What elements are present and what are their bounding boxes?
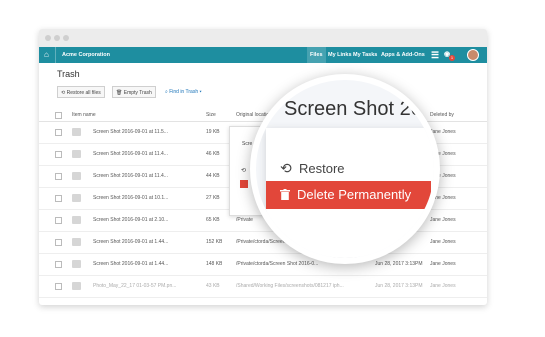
select-all-checkbox[interactable] [55,112,62,119]
row-checkbox[interactable] [55,239,62,246]
delete-permanently-label: Delete Permanently [297,187,412,202]
item-size: 43 KB [206,283,220,289]
item-size: 19 KB [206,129,220,135]
image-file-icon [72,128,81,136]
company-name[interactable]: Acme Corporation [62,47,110,63]
avatar[interactable] [467,49,479,61]
tab-my-tasks[interactable]: My Tasks [353,47,377,63]
item-size: 46 KB [206,151,220,157]
notification-badge: 1 [449,55,455,61]
item-size: 44 KB [206,173,220,179]
item-location: /Shared/Working Files/screenshots/081217… [236,283,344,289]
restore-all-button[interactable]: ⟲ Restore all files [57,86,105,98]
find-in-trash-dropdown[interactable]: ⌕ Find in Trash ▾ [165,86,202,98]
item-size: 27 KB [206,195,220,201]
item-name: Screen Shot 2016-09-01 at 11.4... [93,151,168,157]
page-title: Trash [57,69,80,79]
item-size: 152 KB [206,239,223,245]
empty-trash-button[interactable]: 🗑 Empty Trash [112,86,156,98]
magnifier-lens: Screen Shot 2016 ⟲ Restore Delete Perman… [250,74,440,264]
trash-icon: 🗑 [116,90,124,96]
image-file-icon [72,172,81,180]
item-name: Screen Shot 2016-09-01 at 1.44... [93,261,169,267]
window-dot-icon[interactable] [45,35,51,41]
nav-divider [55,47,56,63]
item-name: Photo_May_22_17 01-03-57 PM.pn... [93,283,177,289]
image-file-icon [72,216,81,224]
chevron-down-icon: ▾ [198,89,202,95]
row-checkbox[interactable] [55,195,62,202]
row-checkbox[interactable] [55,217,62,224]
home-icon[interactable]: ⌂ [44,47,49,63]
item-deleted-by: Jane Jones [430,283,456,289]
image-file-icon [72,194,81,202]
restore-icon[interactable]: ⟲ [280,160,292,177]
row-checkbox[interactable] [55,283,62,290]
item-name: Screen Shot 2016-09-01 at 10.1... [93,195,169,201]
top-navbar: ⌂ Acme Corporation Files My Links My Tas… [39,47,487,63]
row-checkbox[interactable] [55,261,62,268]
image-file-icon [72,238,81,246]
image-file-icon [72,282,81,290]
tab-apps-addons[interactable]: Apps & Add-Ons [381,47,425,63]
restore-menu-item[interactable]: Restore [299,161,345,176]
window-dot-icon[interactable] [54,35,60,41]
image-file-icon [72,260,81,268]
item-name: Screen Shot 2016-09-01 at 2.10... [93,217,169,223]
item-name: Screen Shot 2016-09-01 at 1.44... [93,239,169,245]
row-checkbox[interactable] [55,129,62,136]
column-item-name[interactable]: Item name [72,109,96,121]
item-name: Screen Shot 2016-09-01 at 11.5... [93,129,168,135]
item-deleted-date: Jun 28, 2017 3:13PM [375,283,423,289]
context-menu-header: Scre [242,141,253,147]
row-checkbox[interactable] [55,151,62,158]
menu-icon[interactable]: ☰ [431,47,439,63]
tab-my-links[interactable]: My Links [328,47,352,63]
column-size[interactable]: Size [206,109,216,121]
row-checkbox[interactable] [55,173,62,180]
magnified-item-title: Screen Shot 2016 [284,98,440,120]
image-file-icon [72,150,81,158]
item-size: 148 KB [206,261,223,267]
delete-permanently-button[interactable]: Delete Permanently [266,181,431,209]
browser-titlebar [39,29,487,48]
item-name: Screen Shot 2016-09-01 at 11.4... [93,173,168,179]
tab-files[interactable]: Files [307,47,326,63]
table-row[interactable]: Photo_May_22_17 01-03-57 PM.pn... 43 KB … [39,275,487,298]
window-dot-icon[interactable] [63,35,69,41]
delete-permanently-item[interactable] [240,180,248,188]
item-size: 65 KB [206,217,220,223]
trash-icon [280,189,290,200]
restore-icon[interactable]: ⟲ [241,167,246,174]
